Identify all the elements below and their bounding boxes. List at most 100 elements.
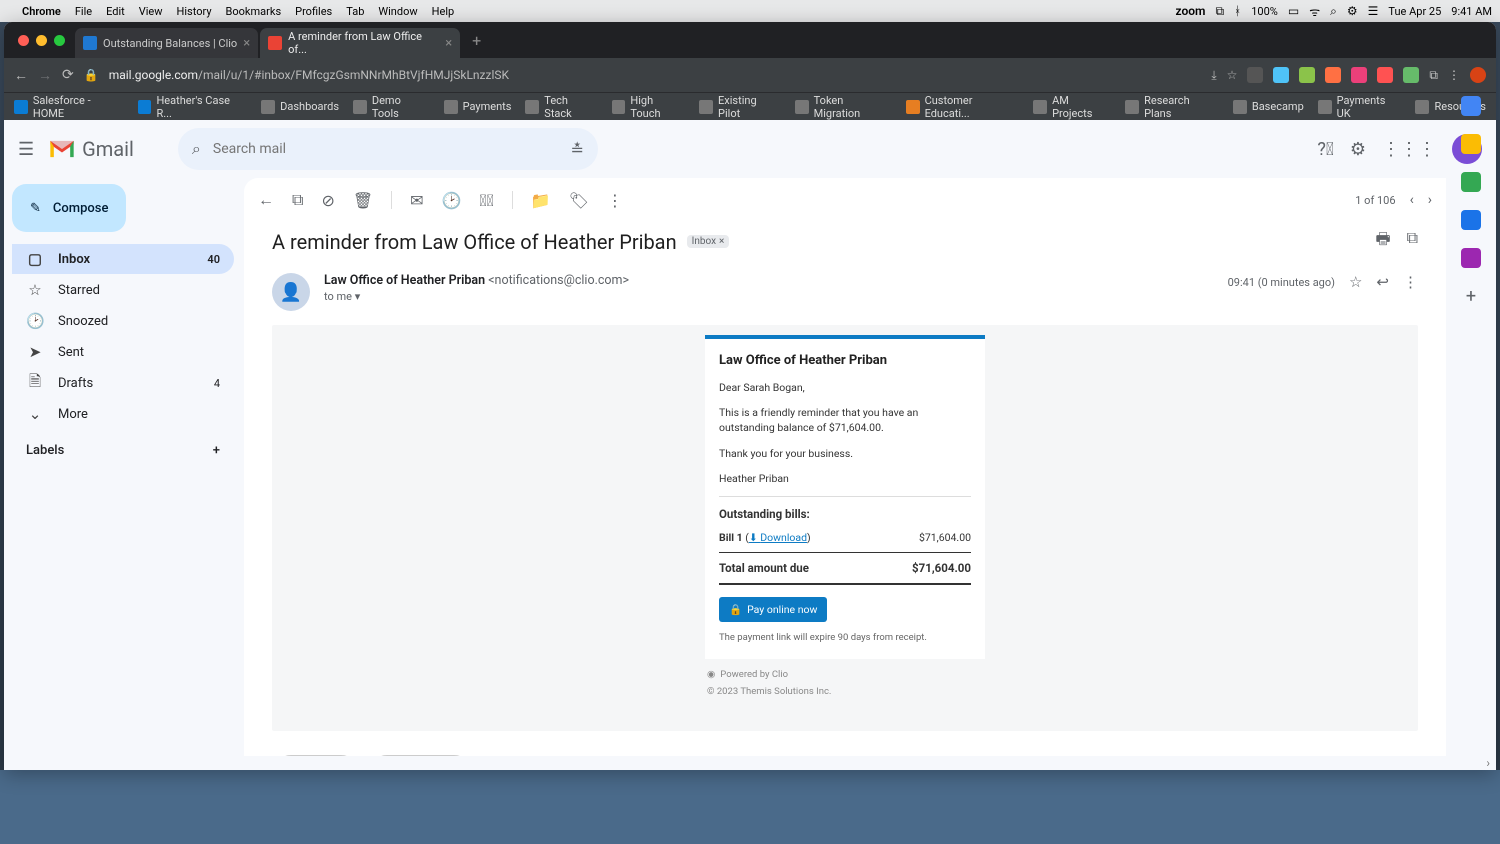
print-icon[interactable]: 🖶 — [1375, 228, 1390, 255]
sender-avatar[interactable]: 👤 — [272, 273, 310, 311]
apps-icon[interactable]: ⋮⋮⋮ — [1382, 139, 1436, 160]
search-box[interactable]: ⌕ ≛ — [178, 128, 598, 170]
delete-icon[interactable]: 🗑 — [353, 191, 373, 210]
search-icon[interactable]: ⌕ — [192, 139, 201, 159]
star-icon[interactable]: ☆ — [1227, 68, 1238, 82]
settings-icon[interactable]: ⚙ — [1350, 139, 1366, 160]
menu-view[interactable]: View — [139, 5, 163, 18]
compose-button[interactable]: ✎ Compose — [12, 184, 126, 232]
tasks-addon-icon[interactable] — [1461, 178, 1481, 192]
extension-icon[interactable] — [1273, 67, 1289, 83]
contacts-addon-icon[interactable] — [1461, 210, 1481, 230]
get-addons-icon[interactable]: + — [1466, 286, 1476, 307]
extension-icon[interactable] — [1325, 67, 1341, 83]
archive-icon[interactable]: ⧉ — [292, 190, 303, 210]
dropbox-icon[interactable]: ⧉ — [1215, 4, 1224, 19]
bookmark-item[interactable]: Heather's Case R... — [138, 94, 248, 120]
menu-edit[interactable]: Edit — [106, 5, 125, 18]
search-options-icon[interactable]: ≛ — [571, 140, 584, 159]
browser-tab-active[interactable]: A reminder from Law Office of... × — [260, 28, 460, 58]
close-tab-icon[interactable]: × — [445, 36, 452, 51]
inbox-chip[interactable]: Inbox × — [687, 235, 730, 248]
bookmark-item[interactable]: Salesforce - HOME — [14, 94, 124, 120]
nav-snoozed[interactable]: 🕑Snoozed — [12, 306, 234, 336]
next-message-icon[interactable]: › — [1428, 192, 1432, 208]
bluetooth-icon[interactable]: ᚼ — [1234, 4, 1241, 18]
bookmark-item[interactable]: Research Plans — [1125, 94, 1219, 120]
menu-help[interactable]: Help — [432, 5, 455, 18]
menubar-time[interactable]: 9:41 AM — [1451, 5, 1492, 18]
star-message-icon[interactable]: ☆ — [1349, 273, 1362, 291]
wifi-icon[interactable]: ᯤ — [1309, 3, 1320, 20]
more-icon[interactable]: ⋮ — [607, 191, 623, 210]
nav-inbox[interactable]: ▢Inbox40 — [12, 244, 234, 274]
search-input[interactable] — [213, 141, 559, 157]
new-tab-button[interactable]: + — [462, 31, 491, 58]
menu-history[interactable]: History — [177, 5, 212, 18]
menu-file[interactable]: File — [75, 5, 92, 18]
back-icon[interactable]: ← — [258, 190, 274, 210]
mark-unread-icon[interactable]: ✉ — [410, 191, 423, 210]
lock-icon[interactable]: 🔒 — [84, 68, 99, 82]
extension-icon[interactable] — [1351, 67, 1367, 83]
bookmark-item[interactable]: Dashboards — [261, 100, 339, 114]
open-new-window-icon[interactable]: ⧉ — [1407, 228, 1418, 255]
menu-bookmarks[interactable]: Bookmarks — [226, 5, 282, 18]
app-name[interactable]: Chrome — [22, 5, 61, 18]
extension-icon[interactable] — [1299, 67, 1315, 83]
menu-profiles[interactable]: Profiles — [295, 5, 332, 18]
window-minimize[interactable] — [36, 35, 47, 46]
window-maximize[interactable] — [54, 35, 65, 46]
prev-message-icon[interactable]: ‹ — [1410, 192, 1414, 208]
nav-more[interactable]: ⌄More — [12, 399, 234, 429]
bookmark-item[interactable]: Token Migration — [795, 94, 892, 120]
bookmark-item[interactable]: High Touch — [612, 94, 686, 120]
browser-tab[interactable]: Outstanding Balances | Clio × — [75, 28, 258, 58]
zoom-status[interactable]: zoom — [1175, 4, 1205, 18]
bookmark-item[interactable]: AM Projects — [1033, 94, 1111, 120]
download-link[interactable]: ⬇ Download — [749, 531, 807, 544]
addon-icon[interactable] — [1461, 248, 1481, 268]
more-icon[interactable]: ⋮ — [1403, 273, 1418, 291]
gmail-logo[interactable]: Gmail — [48, 137, 134, 161]
menu-window[interactable]: Window — [378, 5, 417, 18]
hamburger-icon[interactable]: ☰ — [18, 139, 34, 160]
window-close[interactable] — [18, 35, 29, 46]
nav-starred[interactable]: ☆Starred — [12, 275, 234, 305]
menu-tab[interactable]: Tab — [346, 5, 364, 18]
recipient-line[interactable]: to me ▾ — [324, 290, 629, 303]
extension-icon[interactable] — [1403, 67, 1419, 83]
url-text[interactable]: mail.google.com/mail/u/1/#inbox/FMfcgzGs… — [109, 68, 1202, 82]
add-task-icon[interactable]: ✓⃝ — [479, 191, 493, 210]
bookmark-item[interactable]: Existing Pilot — [699, 94, 781, 120]
back-button[interactable]: ← — [14, 67, 28, 84]
bookmark-item[interactable]: Payments UK — [1318, 94, 1402, 120]
extension-icon[interactable] — [1247, 67, 1263, 83]
bookmark-item[interactable]: Basecamp — [1233, 100, 1304, 114]
extensions-menu-icon[interactable]: ⧉ — [1429, 68, 1438, 83]
nav-sent[interactable]: ➤Sent — [12, 337, 234, 367]
menubar-date[interactable]: Tue Apr 25 — [1388, 5, 1441, 18]
install-icon[interactable]: ⤓ — [1211, 68, 1216, 83]
notification-icon[interactable]: ☰ — [1368, 4, 1379, 18]
move-icon[interactable]: 📁 — [531, 191, 551, 210]
bookmark-item[interactable]: Customer Educati... — [906, 94, 1020, 120]
control-center-icon[interactable]: ⚙ — [1347, 4, 1358, 18]
bookmark-item[interactable]: Payments — [444, 100, 512, 114]
spam-icon[interactable]: ⊘ — [321, 191, 334, 210]
pay-online-button[interactable]: 🔒 Pay online now — [719, 597, 827, 622]
spotlight-icon[interactable]: ⌕ — [1330, 4, 1337, 19]
support-icon[interactable]: ?⃝ — [1317, 139, 1334, 160]
reload-button[interactable]: ⟳ — [62, 67, 74, 83]
nav-drafts[interactable]: 🗎Drafts4 — [12, 368, 234, 398]
close-tab-icon[interactable]: × — [243, 36, 250, 51]
side-panel-toggle[interactable]: › — [4, 756, 1496, 770]
label-icon[interactable]: 🏷 — [569, 191, 589, 210]
snooze-icon[interactable]: 🕑 — [442, 191, 462, 210]
reply-icon[interactable]: ↩ — [1376, 273, 1389, 291]
forward-button[interactable]: → — [38, 67, 52, 84]
bookmark-item[interactable]: Demo Tools — [353, 94, 430, 120]
bookmark-item[interactable]: Tech Stack — [525, 94, 597, 120]
extension-icon[interactable] — [1377, 67, 1393, 83]
add-label-icon[interactable]: + — [213, 443, 220, 458]
